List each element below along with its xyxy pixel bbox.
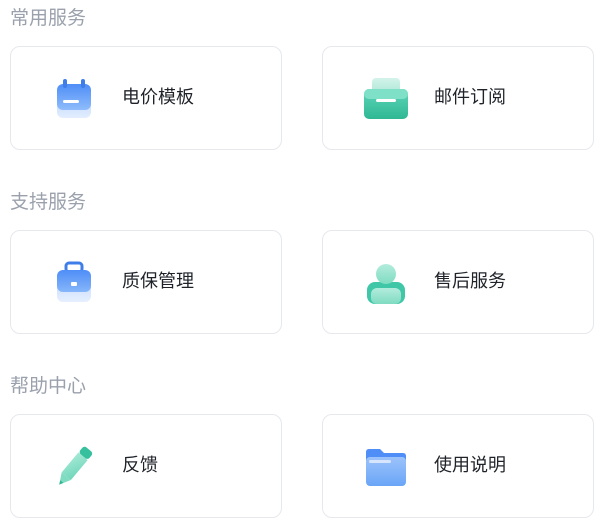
card-warranty-management[interactable]: 质保管理 (10, 230, 282, 334)
card-label: 质保管理 (122, 271, 194, 292)
card-label: 使用说明 (434, 455, 506, 476)
section-title-support-services: 支持服务 (10, 191, 87, 213)
user-icon (361, 258, 411, 308)
card-mail-subscription[interactable]: 邮件订阅 (322, 46, 594, 150)
card-label: 邮件订阅 (434, 87, 506, 108)
mail-icon (361, 74, 411, 124)
briefcase-icon (49, 258, 99, 308)
card-feedback[interactable]: 反馈 (10, 414, 282, 518)
card-label: 反馈 (122, 455, 158, 476)
section-title-common-services: 常用服务 (10, 7, 87, 29)
section-title-help-center: 帮助中心 (10, 375, 87, 397)
card-label: 售后服务 (434, 271, 506, 292)
card-user-guide[interactable]: 使用说明 (322, 414, 594, 518)
pencil-icon (49, 442, 99, 492)
card-after-sales-service[interactable]: 售后服务 (322, 230, 594, 334)
calendar-icon (49, 74, 99, 124)
card-label: 电价模板 (122, 87, 194, 108)
folder-icon (361, 442, 411, 492)
card-price-template[interactable]: 电价模板 (10, 46, 282, 150)
